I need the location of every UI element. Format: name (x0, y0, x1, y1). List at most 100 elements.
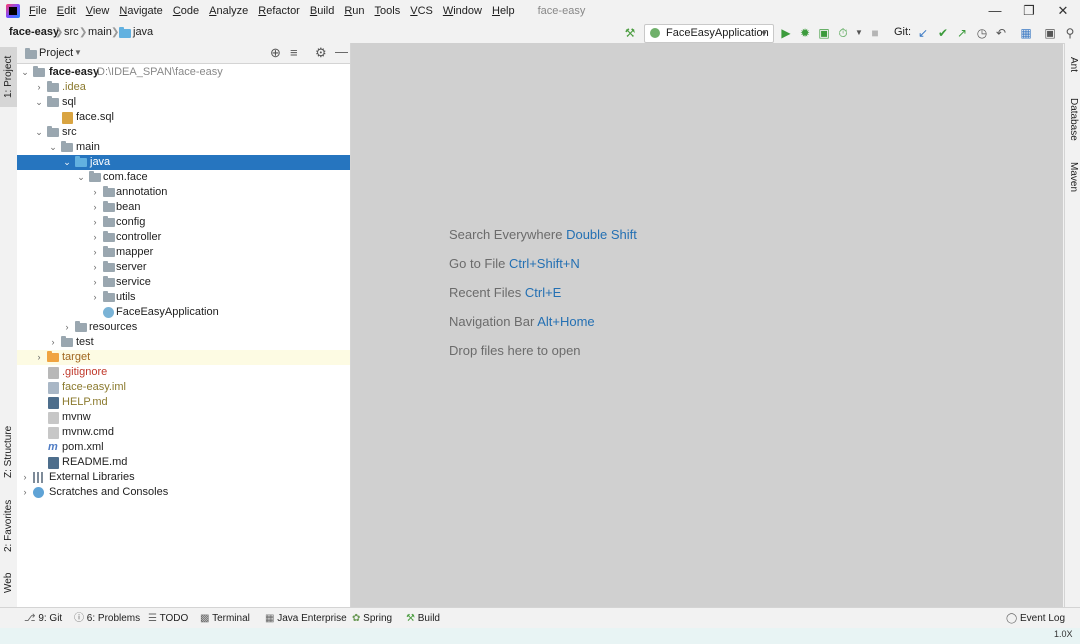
minimize-icon[interactable]: — (978, 0, 1012, 22)
menu-analyze[interactable]: Analyze (204, 0, 253, 22)
menu-navigate[interactable]: Navigate (114, 0, 167, 22)
menu-run[interactable]: Run (339, 0, 369, 22)
build-hammer-icon[interactable]: ⚒ (622, 25, 638, 41)
tree-row-mvnw[interactable]: mvnw (17, 410, 350, 425)
package-icon (103, 216, 115, 227)
menu-edit[interactable]: Edit (52, 0, 81, 22)
git-commit-icon[interactable]: ✔ (935, 25, 951, 41)
tree-row-sql[interactable]: ⌄ sql (17, 95, 350, 110)
tree-row-mvnw-cmd[interactable]: mvnw.cmd (17, 425, 350, 440)
tab-maven[interactable]: Maven (1065, 155, 1080, 199)
breadcrumb-java[interactable]: java (133, 22, 153, 43)
tab-event-log[interactable]: ◯ Event Log (1006, 608, 1065, 629)
tree-row-utils[interactable]: › utils (17, 290, 350, 305)
breadcrumb-main[interactable]: main (88, 22, 112, 43)
tree-row-resources[interactable]: › resources (17, 320, 350, 335)
chevron-down-icon[interactable]: ▼ (851, 25, 867, 41)
menu-refactor[interactable]: Refactor (253, 0, 305, 22)
tree-row-bean[interactable]: › bean (17, 200, 350, 215)
tree-row-src[interactable]: ⌄ src (17, 125, 350, 140)
tree-row-gitignore[interactable]: .gitignore (17, 365, 350, 380)
tab-todo[interactable]: ☰ TODO (148, 608, 188, 629)
breadcrumb-src[interactable]: src (64, 22, 79, 43)
breadcrumb-project[interactable]: face-easy (9, 22, 59, 43)
gear-icon[interactable]: ⚙ (315, 45, 327, 61)
locate-target-icon[interactable]: ⊕ (270, 45, 281, 61)
tree-row-external-libraries[interactable]: › External Libraries (17, 470, 350, 485)
project-structure-icon[interactable]: ▦ (1018, 25, 1034, 41)
tab-database[interactable]: Database (1065, 91, 1080, 147)
tree-row-main[interactable]: ⌄ main (17, 140, 350, 155)
git-push-icon[interactable]: ↗ (954, 25, 970, 41)
coverage-icon[interactable]: ▣ (816, 25, 832, 41)
package-icon (103, 291, 115, 302)
run-configuration-select[interactable]: FaceEasyApplication ▼ (644, 24, 774, 43)
menu-build[interactable]: Build (305, 0, 339, 22)
tree-row-config[interactable]: › config (17, 215, 350, 230)
spring-boot-icon (650, 28, 660, 38)
tab-web[interactable]: Web (0, 567, 17, 599)
menu-file[interactable]: File (24, 0, 52, 22)
rollback-icon[interactable]: ↶ (993, 25, 1009, 41)
hide-panel-icon[interactable]: — (335, 44, 348, 59)
menu-view[interactable]: View (81, 0, 115, 22)
tree-row-service[interactable]: › service (17, 275, 350, 290)
tree-label: .gitignore (62, 366, 108, 378)
tree-row-scratches[interactable]: › Scratches and Consoles (17, 485, 350, 500)
tab-terminal[interactable]: ▩ Terminal (200, 608, 250, 629)
tab-ant[interactable]: Ant (1065, 49, 1080, 81)
tree-row-root[interactable]: ⌄ face-easy D:\IDEA_SPAN\face-easy (17, 65, 350, 80)
presentation-icon[interactable]: ▣ (1042, 25, 1058, 41)
tab-build[interactable]: ⚒ Build (406, 608, 440, 629)
hint-text: Drop files here to open (449, 343, 581, 358)
tree-row-target[interactable]: › target (17, 350, 350, 365)
tree-row-help[interactable]: HELP.md (17, 395, 350, 410)
tree-row-pom[interactable]: m pom.xml (17, 440, 350, 455)
editor-empty-area[interactable]: Search Everywhere Double Shift Go to Fil… (351, 43, 1063, 607)
hint-search-everywhere: Search Everywhere Double Shift (449, 227, 637, 242)
menu-tools[interactable]: Tools (370, 0, 406, 22)
zoom-level: 1.0X (1054, 629, 1073, 639)
window-title: face-easy (537, 5, 586, 17)
tree-row-face-sql[interactable]: face.sql (17, 110, 350, 125)
tree-row-readme[interactable]: README.md (17, 455, 350, 470)
tree-row-com-face[interactable]: ⌄ com.face (17, 170, 350, 185)
tab-java-enterprise[interactable]: ▦ Java Enterprise (265, 608, 347, 629)
tree-row-server[interactable]: › server (17, 260, 350, 275)
gitignore-file-icon (48, 367, 59, 379)
stop-icon[interactable]: ■ (867, 25, 883, 41)
tab-structure[interactable]: Z: Structure (0, 419, 17, 485)
profile-icon[interactable]: ⏱ (835, 25, 851, 41)
git-update-icon[interactable]: ↙ (915, 25, 931, 41)
tab-spring[interactable]: ✿ Spring (352, 608, 392, 629)
tree-row-mapper[interactable]: › mapper (17, 245, 350, 260)
tree-row-controller[interactable]: › controller (17, 230, 350, 245)
maximize-icon[interactable]: ❐ (1012, 0, 1046, 22)
menu-window[interactable]: Window (438, 0, 487, 22)
tree-row-java[interactable]: ⌄ java (17, 155, 350, 170)
tab-problems[interactable]: ⓘ 6: Problems (74, 608, 140, 629)
tab-favorites[interactable]: 2: Favorites (0, 495, 17, 557)
chevron-down-icon[interactable]: ▼ (74, 43, 82, 63)
tab-project[interactable]: 1: Project (0, 47, 17, 107)
tree-row-annotation[interactable]: › annotation (17, 185, 350, 200)
menu-code[interactable]: Code (168, 0, 204, 22)
tab-git[interactable]: ⎇ 9: Git (24, 608, 62, 629)
project-view-selector[interactable]: Project (39, 43, 73, 63)
menu-vcs[interactable]: VCS (405, 0, 438, 22)
history-icon[interactable]: ◷ (974, 25, 990, 41)
chevron-right-icon: › (37, 82, 41, 92)
chevron-down-icon: ⌄ (49, 142, 57, 152)
collapse-all-icon[interactable]: ≡ (290, 45, 298, 60)
tree-row-iml[interactable]: face-easy.iml (17, 380, 350, 395)
sql-file-icon (62, 112, 73, 124)
tree-row-app[interactable]: FaceEasyApplication (17, 305, 350, 320)
tree-row-idea[interactable]: › .idea (17, 80, 350, 95)
close-icon[interactable]: ✕ (1046, 0, 1080, 22)
markdown-file-icon (48, 457, 59, 469)
run-icon[interactable]: ▶ (778, 25, 794, 41)
debug-icon[interactable]: ✹ (797, 25, 813, 41)
menu-help[interactable]: Help (487, 0, 520, 22)
tree-row-test[interactable]: › test (17, 335, 350, 350)
search-icon[interactable]: ⚲ (1062, 25, 1078, 41)
